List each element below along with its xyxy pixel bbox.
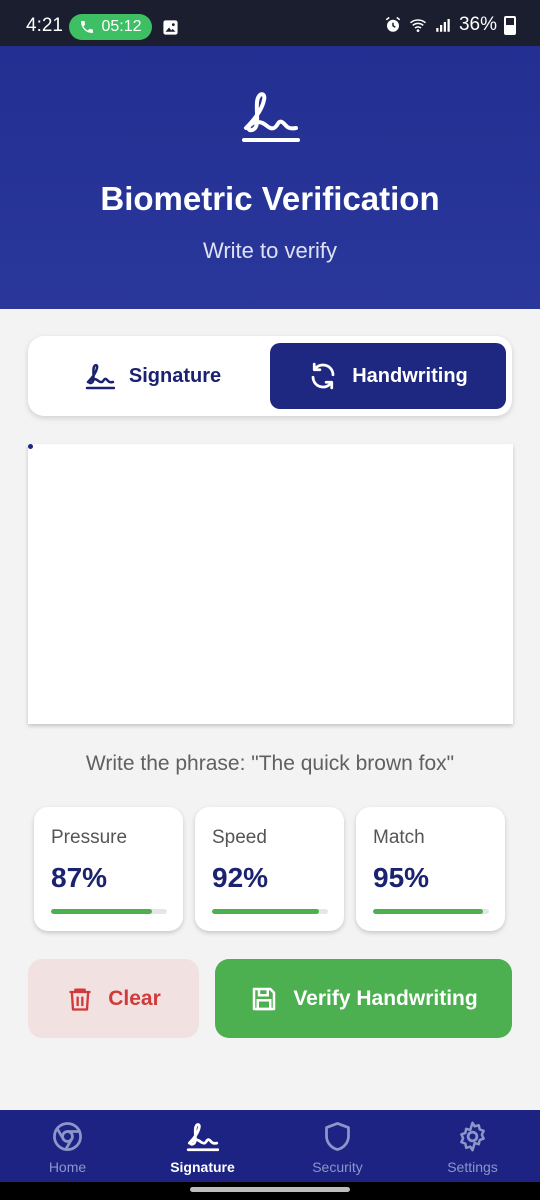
metric-progress-fill — [212, 909, 319, 914]
nav-label: Home — [48, 1159, 87, 1175]
nav-item-security[interactable]: Security — [270, 1110, 405, 1182]
signature-icon — [186, 1123, 219, 1152]
metric-label: Match — [373, 827, 425, 848]
status-bar: 4:21 05:12 36% — [0, 0, 540, 46]
header: Biometric Verification Write to verify — [0, 46, 540, 309]
metric-progress-track — [212, 909, 328, 914]
metric-progress-fill — [373, 909, 484, 914]
home-gesture-bar[interactable] — [190, 1187, 350, 1192]
signature-mode-label: Signature — [128, 364, 222, 387]
signature-icon — [242, 92, 300, 142]
phrase-prompt: Write the phrase: "The quick brown fox" — [85, 752, 455, 775]
metric-label: Pressure — [51, 827, 128, 848]
battery-percent: 36% — [458, 14, 497, 35]
shield-icon — [325, 1122, 350, 1151]
nav-label: Signature — [170, 1159, 235, 1175]
signature-icon — [85, 363, 115, 390]
clear-label: Clear — [108, 986, 161, 1010]
nav-item-signature[interactable]: Signature — [135, 1110, 270, 1182]
handwriting-mode-button[interactable]: Handwriting — [270, 343, 506, 409]
speed-metric-card: Speed 92% — [195, 807, 344, 931]
verify-label: Verify Handwriting — [293, 986, 478, 1010]
status-time: 4:21 — [26, 15, 63, 36]
metric-label: Speed — [212, 827, 267, 848]
mode-toggle: Signature Handwriting — [28, 336, 512, 416]
battery-icon — [504, 15, 516, 35]
handwriting-mode-label: Handwriting — [352, 364, 468, 387]
metric-value: 95% — [373, 862, 430, 893]
gear-icon — [460, 1121, 485, 1152]
status-right: 36% — [384, 14, 516, 36]
ongoing-call-pill[interactable]: 05:12 — [69, 14, 152, 40]
pressure-metric-card: Pressure 87% — [34, 807, 183, 931]
clear-button[interactable]: Clear — [28, 959, 199, 1038]
handwriting-canvas[interactable] — [28, 444, 513, 724]
metric-value: 92% — [212, 862, 269, 893]
match-metric-card: Match 95% — [356, 807, 505, 931]
nav-label: Security — [312, 1159, 363, 1175]
gallery-icon — [163, 20, 178, 35]
bottom-nav: Home Signature Security Settings — [0, 1110, 540, 1182]
verify-handwriting-button[interactable]: Verify Handwriting — [215, 959, 512, 1038]
gesture-area — [0, 1182, 540, 1200]
canvas-stroke-dot — [28, 444, 33, 449]
trash-icon — [69, 988, 91, 1011]
wifi-icon — [409, 19, 426, 32]
metric-value: 87% — [51, 862, 108, 893]
nav-item-home[interactable]: Home — [0, 1110, 135, 1182]
signature-mode-button[interactable]: Signature — [36, 343, 270, 409]
phone-icon — [81, 21, 94, 33]
save-icon — [253, 987, 276, 1010]
page-subtitle: Write to verify — [202, 238, 338, 263]
signal-icon — [436, 19, 450, 32]
chrome-icon — [53, 1122, 82, 1151]
refresh-icon — [311, 362, 335, 390]
metric-progress-fill — [51, 909, 152, 914]
nav-item-settings[interactable]: Settings — [405, 1110, 540, 1182]
alarm-icon — [385, 16, 401, 32]
nav-label: Settings — [447, 1159, 498, 1175]
page-title: Biometric Verification — [100, 180, 440, 217]
metric-progress-track — [51, 909, 167, 914]
call-duration: 05:12 — [101, 18, 142, 35]
metric-progress-track — [373, 909, 489, 914]
